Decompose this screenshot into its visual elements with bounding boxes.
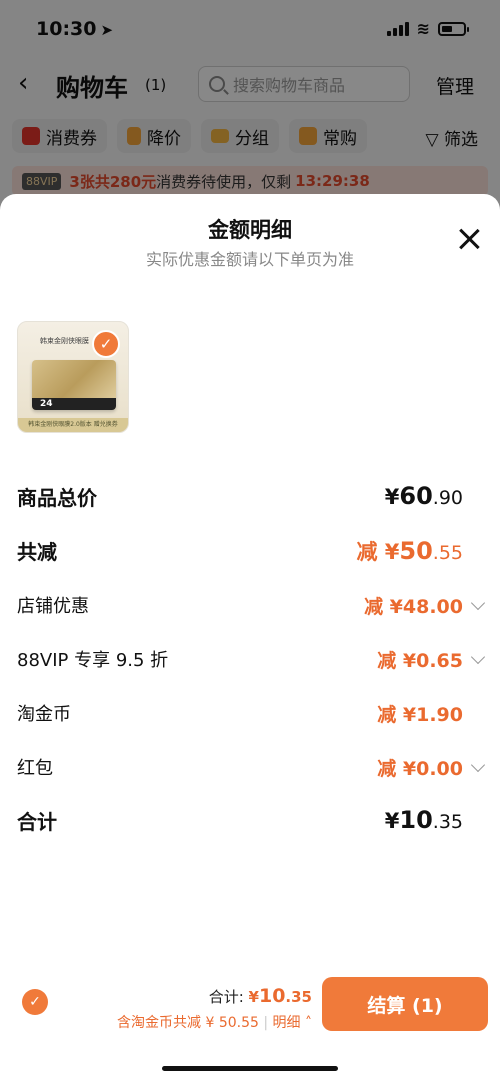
row-label: 淘金币 xyxy=(17,704,71,725)
sheet-subtitle: 实际优惠金额请以下单页为准 xyxy=(145,250,354,269)
row-label: 店铺优惠 xyxy=(17,596,89,617)
close-icon[interactable] xyxy=(458,228,480,250)
row-value: 减 ¥1.90 xyxy=(377,704,463,726)
chevron-down-icon[interactable] xyxy=(470,649,486,665)
row-label: 合计 xyxy=(17,810,57,834)
row-sum: 合计 ¥10.35 xyxy=(17,806,483,836)
check-icon[interactable]: ✓ xyxy=(92,330,120,358)
product-card-image: 24 xyxy=(32,360,116,410)
row-value: 减 ¥50.55 xyxy=(356,537,463,565)
row-shop-discount[interactable]: 店铺优惠 减 ¥48.00 xyxy=(17,592,486,622)
chevron-up-icon[interactable]: ˄ xyxy=(301,1015,312,1031)
product-card-number: 24 xyxy=(40,399,53,409)
chevron-down-icon[interactable] xyxy=(470,757,486,773)
chevron-down-icon[interactable] xyxy=(470,595,486,611)
row-label: 共减 xyxy=(17,540,57,564)
row-total-discount: 共减 减 ¥50.55 xyxy=(17,536,483,566)
row-value: 减 ¥0.00 xyxy=(377,758,463,780)
row-value: ¥10.35 xyxy=(384,806,463,834)
checkout-button[interactable]: 结算 (1) xyxy=(322,977,488,1031)
row-label: 88VIP 专享 9.5 折 xyxy=(17,650,169,671)
detail-link[interactable]: 明细 xyxy=(273,1015,301,1031)
discount-note[interactable]: 含淘金币共减 ¥ 50.55 | 明细 ˄ xyxy=(117,1012,312,1032)
row-red-packet[interactable]: 红包 减 ¥0.00 xyxy=(17,754,486,784)
select-all-checkbox[interactable]: ✓ xyxy=(22,989,48,1015)
row-vip-discount[interactable]: 88VIP 专享 9.5 折 减 ¥0.65 xyxy=(17,646,486,676)
row-label: 商品总价 xyxy=(17,486,97,510)
row-value: 减 ¥48.00 xyxy=(364,596,463,618)
total-amount: 合计: ¥10.35 xyxy=(209,985,312,1007)
sheet-title: 金额明细 xyxy=(208,218,292,242)
product-foot-text: 韩束金刚侠眼膜2.0版本 赠兑换券 xyxy=(18,418,128,432)
product-thumbnail[interactable]: 韩束金刚侠眼膜 24 韩束金刚侠眼膜2.0版本 赠兑换券 ✓ xyxy=(17,321,129,433)
product-brand-text: 韩束金刚侠眼膜 xyxy=(40,337,89,345)
row-value: 减 ¥0.65 xyxy=(377,650,463,672)
row-value: ¥60.90 xyxy=(384,482,463,510)
amount-detail-sheet: 金额明细 实际优惠金额请以下单页为准 韩束金刚侠眼膜 24 韩束金刚侠眼膜2.0… xyxy=(0,194,500,1081)
row-label: 红包 xyxy=(17,758,53,779)
row-total-price: 商品总价 ¥60.90 xyxy=(17,482,483,512)
total-value: ¥10.35 xyxy=(248,985,312,1007)
total-label: 合计: xyxy=(208,988,249,1006)
home-indicator xyxy=(162,1066,338,1071)
discount-note-text: 含淘金币共减 ¥ 50.55 xyxy=(117,1015,259,1031)
row-taojinbi: 淘金币 减 ¥1.90 xyxy=(17,700,483,730)
